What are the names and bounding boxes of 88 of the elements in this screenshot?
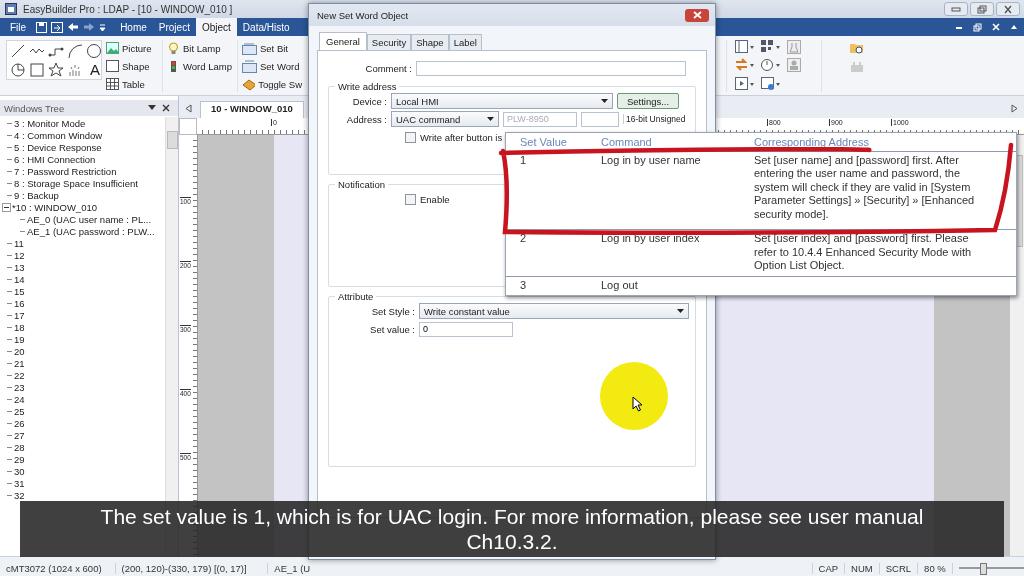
tree-item[interactable]: 32 — [14, 489, 25, 501]
tree-item[interactable]: 24 — [14, 393, 25, 405]
group-title: Notification — [337, 179, 386, 190]
ribbon-tab[interactable]: Project — [152, 18, 196, 36]
tree-item[interactable]: 18 — [14, 321, 25, 333]
ribbon-tab[interactable]: Object — [195, 18, 237, 36]
tree-item[interactable]: 9 : Backup — [14, 189, 59, 201]
field-label: Comment : — [364, 62, 412, 74]
dialog-tab[interactable]: General — [319, 32, 367, 50]
table-cell-text: 1 — [519, 153, 528, 168]
column-header: Corresponding Address — [754, 136, 870, 150]
set-style-dropdown[interactable]: Write constant value — [419, 303, 689, 319]
tree-item[interactable]: 23 — [14, 381, 25, 393]
status-text: SCRL — [879, 563, 919, 574]
field-label: Set value : — [369, 323, 415, 335]
ribbon-button[interactable]: Table — [106, 76, 158, 92]
tree-item[interactable]: 11 — [14, 237, 24, 249]
tree-item[interactable]: 5 : Device Response — [14, 141, 102, 153]
tree-item[interactable]: *10 : WINDOW_010 — [12, 201, 97, 213]
tree-item[interactable]: 15 — [14, 285, 25, 297]
dialog-tab[interactable]: Shape — [411, 34, 449, 50]
tree-item[interactable]: 4 : Common Window — [14, 129, 103, 141]
tree-item[interactable]: 16 — [14, 297, 25, 309]
tree-item[interactable]: AE_0 (UAC user name : PL... — [27, 213, 152, 225]
ribbon-tab[interactable]: File — [4, 18, 33, 36]
tree-item[interactable]: 26 — [14, 417, 25, 429]
ribbon-tab[interactable]: Data/Histo — [236, 18, 296, 36]
settings-button[interactable]: Settings... — [617, 93, 679, 109]
dialog-tab[interactable]: Label — [448, 34, 482, 50]
tree-item[interactable]: 17 — [14, 309, 25, 321]
checkbox-label: Write after button is — [420, 131, 503, 143]
app-title: EasyBuilder Pro : LDAP - [10 - WINDOW_010 ] — [23, 3, 233, 15]
tree-item[interactable]: 3 : Monitor Mode — [14, 117, 86, 129]
status-text: AE_1 (U — [268, 563, 813, 574]
tree-item[interactable]: 22 — [14, 369, 25, 381]
ribbon-button[interactable]: Bit Lamp — [167, 40, 233, 56]
tree-item[interactable]: 21 — [14, 357, 25, 369]
ribbon-button[interactable]: Set Word — [242, 58, 302, 74]
table-cell-text: 3 — [519, 278, 528, 292]
subtitle-overlay: The set value is 1, which is for UAC login. For more information, please see user manual Ch10.3.2. — [20, 501, 1004, 557]
tree-item[interactable]: 12 — [14, 249, 25, 261]
ribbon-tab[interactable]: Home — [114, 18, 153, 36]
tree-item[interactable]: 13 — [14, 261, 25, 273]
field-label: Address : — [345, 113, 387, 125]
tree-item[interactable]: 7 : Password Restriction — [14, 165, 117, 177]
tree-item[interactable]: 14 — [14, 273, 25, 285]
tree-item[interactable]: 28 — [14, 441, 25, 453]
ribbon-button[interactable]: Shape — [106, 58, 158, 74]
checkbox-label: Enable — [420, 193, 450, 205]
tree-item[interactable]: 6 : HMI Connection — [14, 153, 96, 165]
table-cell-text: Set [user name] and [password] first. After entering the user name and password, the system will check if they are valid in [System Parameter Settings] » [Security] » [Enhanced security mode]. — [754, 153, 976, 221]
column-header: Set Value — [519, 136, 568, 150]
field-label: Device : — [351, 95, 387, 107]
dialog-title: New Set Word Object — [317, 9, 409, 21]
tree-item[interactable]: 19 — [14, 333, 25, 345]
tree-item[interactable]: 27 — [14, 429, 25, 441]
ribbon-button[interactable]: Toggle Sw — [242, 76, 302, 92]
text-tool[interactable]: A — [86, 62, 104, 78]
address-dropdown[interactable]: UAC command — [391, 111, 499, 127]
set-value-field[interactable]: 0 — [419, 321, 513, 337]
status-text: cMT3072 (1024 x 600) — [0, 563, 116, 574]
status-text: CAP — [812, 563, 846, 574]
panel-title: Windows Tree — [4, 102, 65, 114]
table-cell-text: 2 — [519, 232, 528, 246]
tree-item[interactable]: 8 : Storage Space Insufficient — [14, 177, 138, 189]
tree-item[interactable]: 30 — [14, 465, 25, 477]
table-cell-text: Log in by user name — [601, 153, 702, 168]
tree-item[interactable]: 29 — [14, 453, 25, 465]
data-type-label: 16-bit Unsigned — [623, 114, 686, 124]
ribbon-button[interactable]: Picture — [106, 40, 158, 56]
table-cell-text: Set [user index] and [password] first. Please refer to 10.4.4 Enhanced Security Mode with Option List Object. — [754, 232, 973, 273]
tree-item[interactable]: 31 — [14, 477, 25, 489]
dialog-tab[interactable]: Security — [366, 34, 412, 50]
tree-item[interactable]: AE_1 (UAC password : PLW... — [27, 225, 155, 237]
status-text: 80 % — [918, 563, 953, 574]
tree-item[interactable]: 25 — [14, 405, 25, 417]
ribbon-button[interactable]: Word Lamp — [167, 58, 233, 74]
editor-tab[interactable]: 10 - WINDOW_010 — [200, 101, 304, 118]
group-title: Write address — [337, 81, 398, 92]
table-cell-text: Log out — [601, 278, 639, 292]
ribbon-button[interactable]: Set Bit — [242, 40, 302, 56]
status-text: (200, 120)-(330, 179) [(0, 17)] — [115, 563, 269, 574]
column-header: Command — [601, 136, 653, 150]
tree-item[interactable]: 20 — [14, 345, 25, 357]
group-title: Attribute — [337, 291, 375, 302]
status-text: NUM — [845, 563, 880, 574]
device-dropdown[interactable]: Local HMI — [391, 93, 613, 109]
field-label: Set Style : — [370, 305, 415, 317]
